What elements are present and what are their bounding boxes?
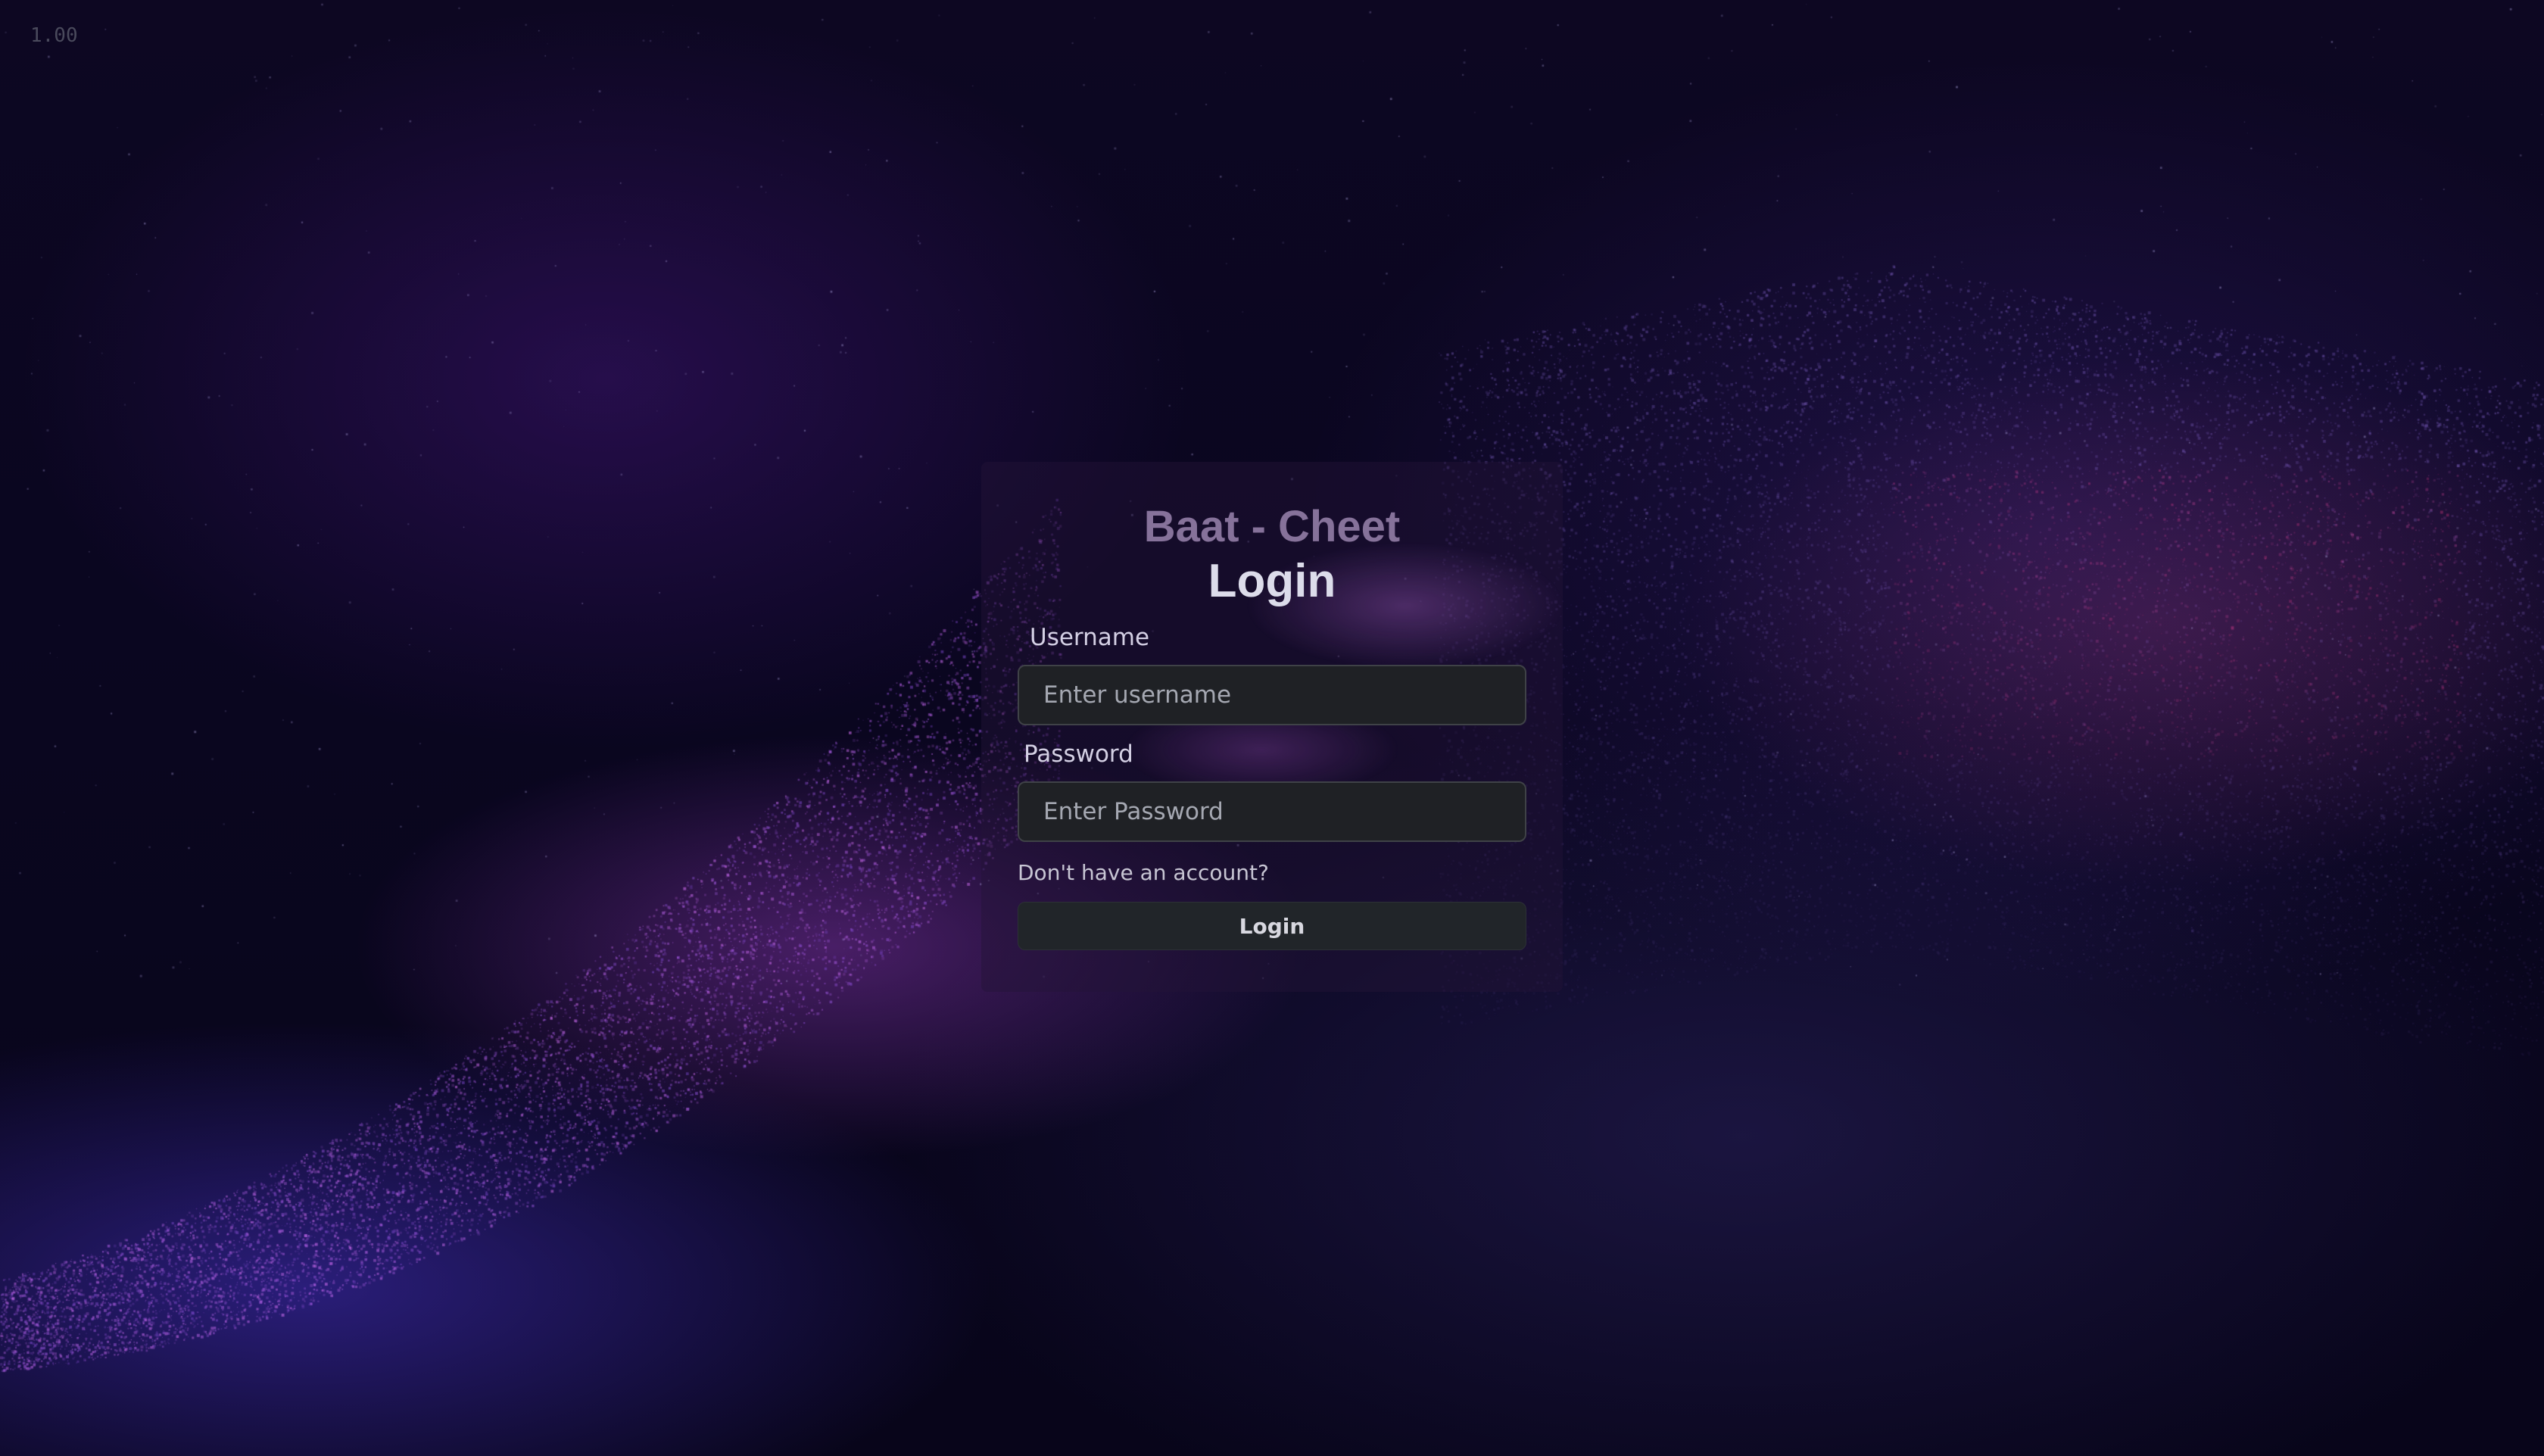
page-title: Login — [1208, 555, 1336, 607]
password-input[interactable] — [1018, 781, 1526, 842]
version-label: 1.00 — [30, 24, 78, 47]
password-label: Password — [1024, 740, 1133, 768]
brand-title: Baat - Cheet — [1143, 502, 1401, 551]
username-input[interactable] — [1018, 665, 1526, 725]
login-button[interactable]: Login — [1018, 902, 1526, 950]
login-card: Baat - Cheet Login Username Password Don… — [981, 462, 1563, 992]
login-page: 1.00 Baat - Cheet Login Username Passwor… — [0, 0, 2544, 1456]
signup-link[interactable]: Don't have an account? — [1018, 860, 1526, 885]
username-label: Username — [1030, 624, 1150, 651]
